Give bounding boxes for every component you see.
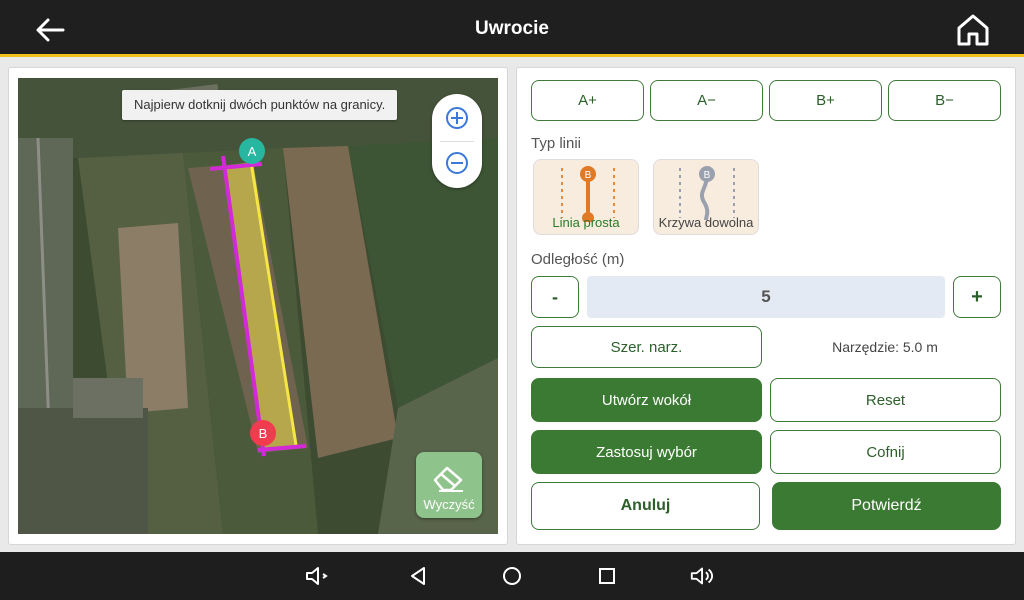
volume-up-icon <box>690 567 714 585</box>
b-plus-button[interactable]: B+ <box>769 80 882 121</box>
minus-icon <box>446 152 468 174</box>
point-b-marker[interactable]: B <box>250 420 276 446</box>
zoom-control <box>432 94 482 188</box>
distance-input[interactable]: 5 <box>587 276 945 318</box>
zoom-out-button[interactable] <box>442 148 472 178</box>
b-minus-button[interactable]: B− <box>888 80 1001 121</box>
nav-home-button[interactable] <box>498 564 526 588</box>
svg-text:B: B <box>585 170 592 181</box>
reset-button[interactable]: Reset <box>770 378 1001 422</box>
home-icon <box>957 14 989 46</box>
page-title: Uwrocie <box>475 18 549 39</box>
clear-button-label: Wyczyść <box>423 497 475 512</box>
line-type-curve[interactable]: B Krzywa dowolna <box>653 159 759 235</box>
volume-up-button[interactable] <box>689 564 717 588</box>
line-type-label: Typ linii <box>531 135 582 152</box>
point-a-marker[interactable]: A <box>239 138 265 164</box>
nav-recents-button[interactable] <box>593 564 621 588</box>
map-hint-tooltip: Najpierw dotknij dwóch punktów na granic… <box>122 90 398 120</box>
tool-info-text: Narzędzie: 5.0 m <box>832 339 938 355</box>
a-plus-button[interactable]: A+ <box>531 80 644 121</box>
recents-square-icon <box>599 568 615 584</box>
top-bar: Uwrocie <box>0 0 1024 57</box>
line-type-straight-label: Linia prosta <box>552 215 620 230</box>
eraser-icon <box>433 466 463 492</box>
tool-width-button[interactable]: Szer. narz. <box>531 326 762 368</box>
point-a-label: A <box>247 143 257 159</box>
curve-line-icon: B <box>679 166 735 221</box>
home-button[interactable] <box>952 10 994 50</box>
distance-plus-button[interactable]: + <box>953 276 1001 318</box>
a-minus-button[interactable]: A− <box>650 80 763 121</box>
confirm-button[interactable]: Potwierdź <box>772 482 1001 530</box>
line-type-straight[interactable]: B Linia prosta <box>533 159 639 235</box>
undo-button[interactable]: Cofnij <box>770 430 1001 474</box>
zoom-in-button[interactable] <box>442 103 472 133</box>
volume-down-button[interactable] <box>304 564 332 588</box>
plus-icon <box>446 107 468 129</box>
cancel-button[interactable]: Anuluj <box>531 482 760 530</box>
apply-selection-button[interactable]: Zastosuj wybór <box>531 430 762 474</box>
home-circle-icon <box>503 567 521 585</box>
straight-line-icon: B <box>561 166 615 222</box>
satellite-map[interactable]: A B Najpierw dotknij dwóch punktów na gr… <box>18 78 498 534</box>
svg-text:B: B <box>704 170 711 181</box>
back-triangle-icon <box>411 567 425 585</box>
volume-down-icon <box>306 567 328 585</box>
clear-button[interactable]: Wyczyść <box>416 452 482 518</box>
zoom-divider <box>440 141 474 142</box>
create-around-button[interactable]: Utwórz wokół <box>531 378 762 422</box>
distance-minus-button[interactable]: - <box>531 276 579 318</box>
system-nav-bar <box>0 552 1024 600</box>
line-type-curve-label: Krzywa dowolna <box>658 215 754 230</box>
distance-label: Odległość (m) <box>531 251 625 268</box>
nav-back-button[interactable] <box>404 564 432 588</box>
point-b-label: B <box>258 425 268 441</box>
